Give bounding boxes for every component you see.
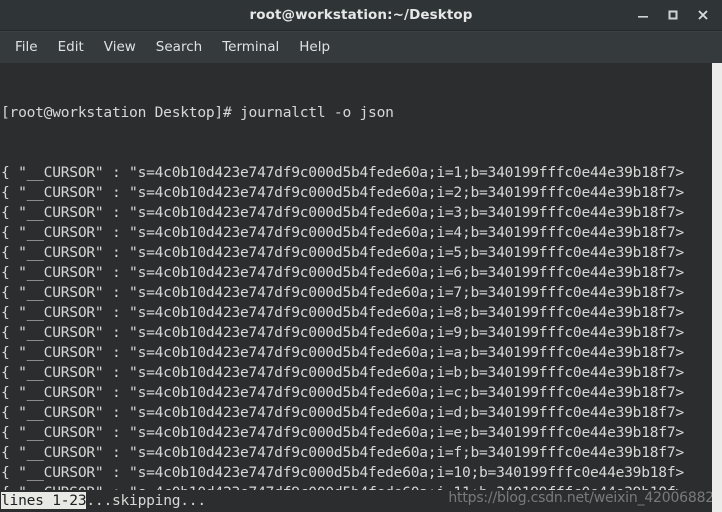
terminal-prompt-line: [root@workstation Desktop]# journalctl -…	[1, 104, 394, 121]
scrollbar-thumb[interactable]	[712, 63, 722, 512]
pager-lines-indicator: lines 1-23	[1, 492, 87, 509]
terminal-line: { "__CURSOR" : "s=4c0b10d423e747df9c000d…	[1, 204, 684, 221]
terminal-scrollbar[interactable]	[712, 63, 722, 512]
terminal-line: { "__CURSOR" : "s=4c0b10d423e747df9c000d…	[1, 224, 684, 241]
terminal-line: { "__CURSOR" : "s=4c0b10d423e747df9c000d…	[1, 184, 684, 201]
window-title: root@workstation:~/Desktop	[249, 7, 473, 23]
terminal-line: { "__CURSOR" : "s=4c0b10d423e747df9c000d…	[1, 464, 684, 481]
terminal-line: { "__CURSOR" : "s=4c0b10d423e747df9c000d…	[1, 284, 684, 301]
terminal-line: { "__CURSOR" : "s=4c0b10d423e747df9c000d…	[1, 424, 684, 441]
terminal-line: { "__CURSOR" : "s=4c0b10d423e747df9c000d…	[1, 404, 684, 421]
terminal-output[interactable]: [root@workstation Desktop]# journalctl -…	[0, 63, 712, 512]
pager-skipping-indicator: ...skipping...	[86, 492, 206, 509]
menu-item-view[interactable]: View	[95, 36, 145, 58]
maximize-button[interactable]	[658, 0, 688, 30]
menu-item-file[interactable]: File	[6, 36, 47, 58]
terminal-line: { "__CURSOR" : "s=4c0b10d423e747df9c000d…	[1, 344, 684, 361]
pager-status-line: lines 1-23...skipping...	[0, 490, 712, 512]
terminal-line: { "__CURSOR" : "s=4c0b10d423e747df9c000d…	[1, 164, 684, 181]
menu-bar: File Edit View Search Terminal Help	[0, 31, 722, 63]
menu-item-help[interactable]: Help	[290, 36, 339, 58]
minimize-button[interactable]	[628, 0, 658, 30]
terminal-line: { "__CURSOR" : "s=4c0b10d423e747df9c000d…	[1, 384, 684, 401]
terminal-line: { "__CURSOR" : "s=4c0b10d423e747df9c000d…	[1, 444, 684, 461]
terminal-line: { "__CURSOR" : "s=4c0b10d423e747df9c000d…	[1, 244, 684, 261]
menu-item-edit[interactable]: Edit	[49, 36, 93, 58]
terminal-line: { "__CURSOR" : "s=4c0b10d423e747df9c000d…	[1, 304, 684, 321]
window-controls	[628, 0, 718, 30]
terminal-line: { "__CURSOR" : "s=4c0b10d423e747df9c000d…	[1, 364, 684, 381]
menu-item-terminal[interactable]: Terminal	[213, 36, 288, 58]
menu-item-search[interactable]: Search	[147, 36, 211, 58]
terminal-area[interactable]: [root@workstation Desktop]# journalctl -…	[0, 63, 722, 512]
terminal-line-list: { "__CURSOR" : "s=4c0b10d423e747df9c000d…	[1, 163, 712, 512]
terminal-line: { "__CURSOR" : "s=4c0b10d423e747df9c000d…	[1, 324, 684, 341]
terminal-window: root@workstation:~/Desktop File Edit Vie…	[0, 0, 722, 512]
terminal-line: { "__CURSOR" : "s=4c0b10d423e747df9c000d…	[1, 264, 684, 281]
title-bar[interactable]: root@workstation:~/Desktop	[0, 0, 722, 31]
close-button[interactable]	[688, 0, 718, 30]
